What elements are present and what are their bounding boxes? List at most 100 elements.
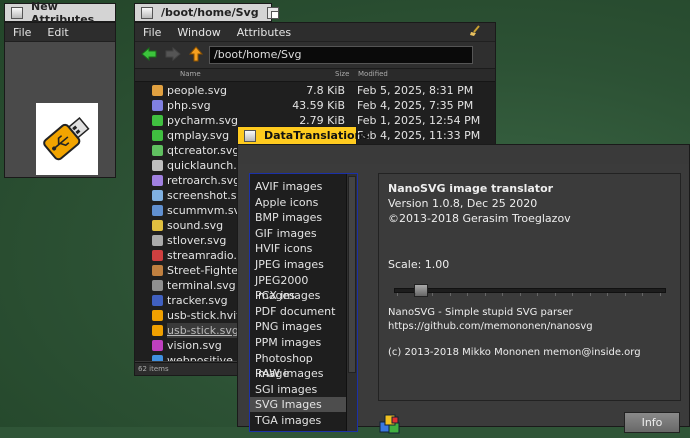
translator-item[interactable]: TGA images — [250, 413, 346, 428]
qtcreator-icon — [152, 145, 163, 156]
file-modified: Feb 4, 2025, 11:33 PM — [357, 129, 481, 142]
column-header: Name Size Modified — [135, 69, 495, 82]
forward-arrow-icon[interactable] — [165, 46, 181, 64]
datatranslations-content: AVIF images Apple icons BMP images GIF imag… — [238, 164, 689, 434]
translator-icon — [378, 413, 402, 438]
translator-item[interactable]: AVIF images — [250, 179, 346, 194]
translator-list: AVIF images Apple icons BMP images GIF imag… — [249, 173, 358, 432]
translator-name: NanoSVG image translator — [388, 182, 554, 195]
tracker-window-tab[interactable]: /boot/home/Svg — [134, 3, 279, 22]
up-arrow-icon[interactable] — [188, 46, 204, 65]
translator-item[interactable]: HVIF icons — [250, 241, 346, 256]
stlover-icon — [152, 235, 163, 246]
file-name: pycharm.svg — [167, 114, 239, 127]
zoom-icon[interactable] — [266, 6, 279, 19]
translator-item[interactable]: RAW images — [250, 366, 346, 381]
slider-tick — [537, 293, 538, 296]
datatranslations-window: AVIF images Apple icons BMP images GIF imag… — [237, 144, 690, 434]
column-modified[interactable]: Modified — [358, 70, 388, 78]
file-name: stlover.svg — [167, 234, 227, 247]
usb-stick-icon — [152, 325, 163, 336]
file-size: 43.59 KiB — [292, 99, 345, 112]
file-modified: Feb 1, 2025, 12:54 PM — [357, 114, 481, 127]
menu-window[interactable]: Window — [169, 26, 228, 39]
translator-item[interactable]: PPM images — [250, 335, 346, 350]
close-icon[interactable] — [244, 129, 256, 142]
parser-url: https://github.com/memononen/nanosvg — [388, 321, 593, 332]
file-name: usb-stick.svg — [167, 323, 239, 338]
file-row[interactable]: people.svg 7.8 KiB Feb 5, 2025, 8:31 PM — [135, 83, 495, 98]
broom-icon[interactable] — [461, 24, 489, 40]
translator-item[interactable]: SVG Images — [250, 397, 346, 413]
column-size[interactable]: Size — [335, 70, 349, 78]
scummvm-icon — [152, 205, 163, 216]
file-name: sound.svg — [167, 219, 224, 232]
datatranslations-window-title: DataTranslations — [264, 129, 369, 142]
attributes-content — [5, 42, 115, 177]
attributes-window-tab[interactable]: New Attributes — [4, 0, 116, 26]
tracker-icon — [152, 295, 163, 306]
attributes-menubar: File Edit — [5, 23, 115, 42]
translator-item[interactable]: SGI images — [250, 382, 346, 397]
info-button[interactable]: Info — [624, 412, 680, 433]
menu-attributes[interactable]: Attributes — [229, 26, 299, 39]
slider-tick — [397, 293, 398, 296]
translator-item[interactable]: JPEG images — [250, 257, 346, 272]
pycharm-icon — [152, 115, 163, 126]
menu-edit[interactable]: Edit — [39, 26, 76, 39]
file-name: people.svg — [167, 84, 228, 97]
translator-item[interactable]: PDF document — [250, 304, 346, 319]
file-row[interactable]: php.svg 43.59 KiB Feb 4, 2025, 7:35 PM — [135, 98, 495, 113]
translator-item[interactable]: Photoshop image — [250, 351, 346, 380]
menu-file[interactable]: File — [5, 26, 39, 39]
file-name: qmplay.svg — [167, 129, 230, 142]
translator-version: Version 1.0.8, Dec 25 2020 — [388, 197, 538, 210]
translator-item[interactable]: PCX images — [250, 288, 346, 303]
tracker-menubar: File Window Attributes — [135, 23, 495, 42]
column-name[interactable]: Name — [180, 70, 201, 78]
php-icon — [152, 100, 163, 111]
slider-tick — [449, 293, 451, 296]
qmplay-icon — [152, 130, 163, 141]
slider-tick — [624, 293, 626, 296]
sound-icon — [152, 220, 163, 231]
people-icon — [152, 85, 163, 96]
file-name: scummvm.svg — [167, 204, 248, 217]
slider-tick — [414, 293, 416, 296]
path-field[interactable]: /boot/home/Svg — [209, 46, 473, 64]
file-name: qtcreator.svg — [167, 144, 240, 157]
translator-list-scrollbar[interactable] — [346, 174, 357, 431]
translator-item[interactable]: JPEG2000 images — [250, 273, 346, 302]
slider-tick — [659, 293, 661, 296]
menu-file[interactable]: File — [135, 26, 169, 39]
slider-tick — [519, 293, 521, 296]
file-modified: Feb 4, 2025, 7:35 PM — [357, 99, 474, 112]
file-name: usb-stick.hvif — [167, 309, 241, 322]
file-name: vision.svg — [167, 339, 222, 352]
translator-item[interactable]: Apple icons — [250, 195, 346, 210]
quicklaunch-icon — [152, 160, 163, 171]
file-name: php.svg — [167, 99, 211, 112]
parser-credits: (c) 2013-2018 Mikko Mononen memon@inside… — [388, 347, 641, 358]
scale-slider[interactable] — [394, 284, 666, 297]
scale-slider-knob[interactable] — [414, 284, 428, 297]
close-icon[interactable] — [11, 6, 23, 19]
slider-tick — [642, 293, 643, 296]
slider-tick — [502, 293, 503, 296]
translator-item[interactable]: GIF images — [250, 226, 346, 241]
retroarch-icon — [152, 175, 163, 186]
street-fighter-icon — [152, 265, 163, 276]
back-arrow-icon[interactable] — [141, 46, 157, 64]
file-name: terminal.svg — [167, 279, 236, 292]
webpositive-icon — [152, 355, 163, 361]
translator-settings-panel: NanoSVG image translator Version 1.0.8, … — [378, 173, 681, 401]
file-name: retroarch.svg — [167, 174, 241, 187]
scrollbar-thumb[interactable] — [348, 176, 356, 373]
attributes-window: File Edit — [4, 22, 116, 178]
datatranslations-window-tab[interactable]: DataTranslations — [237, 126, 369, 145]
icon-preview — [36, 103, 98, 175]
translator-item[interactable]: BMP images — [250, 210, 346, 225]
screenshot-icon — [152, 190, 163, 201]
translator-item[interactable]: PNG images — [250, 319, 346, 334]
close-icon[interactable] — [141, 6, 153, 19]
